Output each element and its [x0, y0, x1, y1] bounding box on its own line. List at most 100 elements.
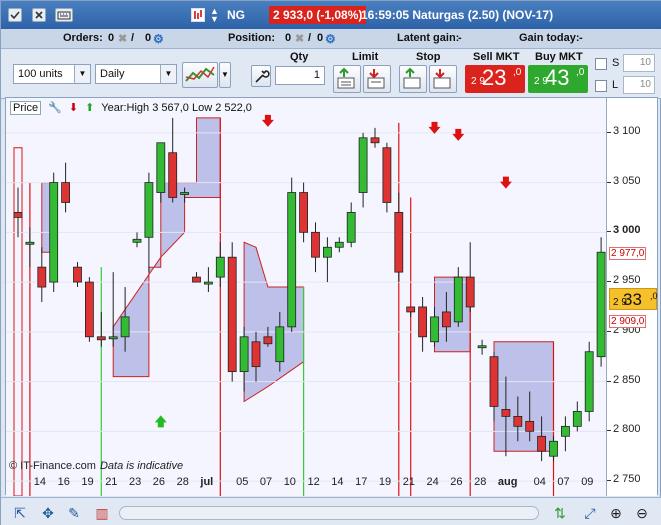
price-tick-label: 2 800: [607, 423, 641, 436]
candles-icon[interactable]: ▥: [93, 504, 111, 522]
qty-input[interactable]: 1: [275, 66, 325, 85]
candle: [108, 336, 118, 340]
time-tick-label: 07: [259, 476, 273, 488]
candle: [465, 276, 475, 308]
quote-badge: 2 933,0 (-1,08%): [269, 6, 367, 24]
price-series-label[interactable]: Price: [10, 101, 42, 115]
zoom-in-icon[interactable]: ⊕: [607, 504, 625, 522]
position-label: Position:: [228, 32, 276, 44]
symbol-up-down-icon[interactable]: ▲ ▼: [210, 7, 219, 24]
time-tick-label: 17: [355, 476, 368, 488]
s-input[interactable]: 10: [623, 54, 655, 72]
time-tick-label: 12: [307, 476, 320, 488]
candle: [418, 306, 428, 338]
time-tick-label: 16: [57, 476, 70, 488]
sell-mkt-button[interactable]: 2 9 23,0: [465, 65, 525, 93]
stop-label: Stop: [416, 51, 441, 63]
time-tick-label: 09: [581, 476, 594, 488]
candle: [382, 147, 392, 203]
trading-window: ▲ ▼ NG 2 933,0 (-1,08%) 16:59:05 Naturgas…: [0, 0, 661, 525]
buy-mkt-button[interactable]: 2 9 43,0: [528, 65, 588, 93]
l-label: L: [612, 79, 619, 91]
time-tick-label: 26: [450, 476, 463, 488]
price-tick-label: 3 050: [607, 174, 641, 187]
buy-mkt-label: Buy MKT: [535, 51, 583, 63]
period-select[interactable]: Daily ▼: [95, 64, 177, 84]
level-low-label: 2 909,0: [609, 314, 647, 328]
orders-cancel-icon[interactable]: ✖: [118, 32, 127, 45]
symbol-label[interactable]: NG: [227, 8, 245, 22]
price-tick-label: 2 850: [607, 373, 641, 386]
compare-icon[interactable]: ⇅: [551, 504, 569, 522]
indicators-dropdown[interactable]: ▼: [219, 62, 231, 88]
time-tick-label: 21: [105, 476, 118, 488]
close-icon[interactable]: [32, 8, 46, 22]
chart-type-icon[interactable]: [191, 8, 205, 22]
candle: [334, 241, 344, 248]
time-tick-label: 23: [129, 476, 142, 488]
candle: [584, 351, 594, 412]
time-tick-label: 07: [557, 476, 570, 488]
zoom-out-icon[interactable]: ⊖: [633, 504, 651, 522]
price-tick-label: 2 950: [607, 274, 641, 287]
l-checkbox[interactable]: [595, 80, 607, 92]
price-axis[interactable]: 3 100 3 050 3 000 2 950 2 900 2 850 2 800 2 750…: [606, 98, 658, 496]
price-legend: Price 🔧 ⬇ ⬆ Year:High 3 567,0 Low 2 522,…: [10, 101, 256, 115]
position-gear-icon[interactable]: ⚙: [325, 32, 336, 46]
l-input[interactable]: 10: [623, 76, 655, 94]
candle: [322, 246, 332, 258]
candle: [537, 435, 546, 452]
candle: [156, 142, 166, 193]
sell-indicator-icon[interactable]: ⬇: [69, 102, 78, 114]
candle: [477, 345, 487, 349]
gain-today-value: -: [579, 32, 583, 44]
export-icon[interactable]: ⇱: [11, 504, 29, 522]
candle: [251, 341, 261, 368]
position-value-2: 0: [317, 32, 324, 44]
level-high-label: 2 977,0: [609, 247, 647, 261]
time-tick-label: 26: [152, 476, 166, 488]
bottom-toolbar: ⇱ ✥ ✎ ▥ ⇅ ⤢ ⊕ ⊖: [1, 497, 661, 525]
units-select[interactable]: 100 units ▼: [13, 64, 91, 84]
buy-indicator-icon[interactable]: ⬆: [85, 102, 94, 114]
time-tick-label: 24: [426, 476, 439, 488]
price-chart[interactable]: Price 🔧 ⬇ ⬆ Year:High 3 567,0 Low 2 522,…: [5, 97, 658, 496]
time-tick-label: 19: [81, 476, 94, 488]
candle: [37, 266, 47, 288]
candle: [311, 231, 320, 258]
candle: [96, 336, 106, 341]
orders-gear-icon[interactable]: ⚙: [153, 32, 164, 46]
time-tick-label: 10: [283, 476, 296, 488]
stop-cloud: [493, 341, 554, 452]
keyboard-icon[interactable]: [55, 8, 73, 22]
chevron-down-icon: ▼: [74, 65, 90, 83]
wrench-icon[interactable]: 🔧: [48, 102, 62, 114]
candle: [346, 212, 356, 243]
stop-sell-button[interactable]: [429, 65, 457, 93]
time-tick-label: 21: [402, 476, 415, 488]
draw-icon[interactable]: ✎: [65, 504, 83, 522]
candle: [215, 256, 225, 278]
candle: [227, 256, 237, 373]
limit-sell-button[interactable]: [363, 65, 391, 93]
candle: [501, 409, 511, 417]
fit-icon[interactable]: ⤢: [581, 504, 599, 522]
limit-buy-button[interactable]: [333, 65, 361, 93]
cursor-icon[interactable]: ✥: [39, 504, 57, 522]
stop-buy-button[interactable]: [399, 65, 427, 93]
s-checkbox[interactable]: [595, 58, 607, 70]
check-icon[interactable]: [8, 8, 22, 22]
indicators-button[interactable]: [182, 62, 218, 88]
candle: [203, 281, 213, 285]
wrench-icon[interactable]: [251, 65, 271, 87]
candle: [572, 411, 582, 427]
time-tick-label: 14: [331, 476, 344, 488]
candle: [358, 137, 368, 193]
horizontal-scrollbar[interactable]: [119, 506, 539, 520]
chart-plot[interactable]: [6, 98, 606, 496]
time-tick-label: 05: [236, 476, 249, 488]
position-value: 0: [285, 32, 292, 44]
limit-label: Limit: [352, 51, 379, 63]
position-cancel-icon[interactable]: ✖: [295, 32, 304, 45]
candle: [406, 306, 416, 313]
